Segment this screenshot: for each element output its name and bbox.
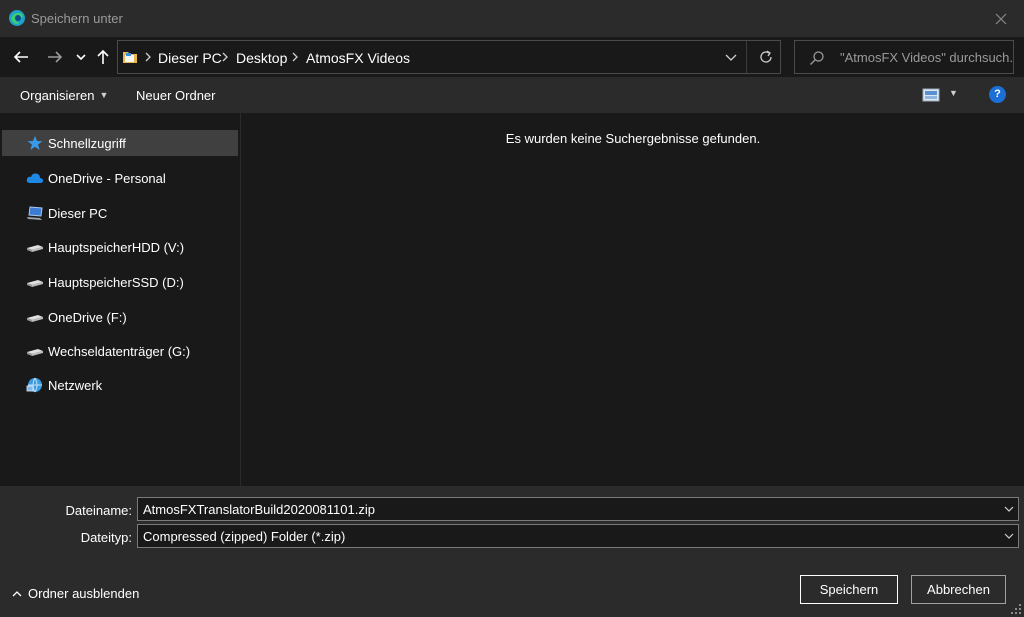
sidebar-item-label: Dieser PC xyxy=(48,206,108,221)
close-button[interactable] xyxy=(978,0,1024,37)
chevron-down-icon[interactable] xyxy=(1004,532,1014,540)
breadcrumb-atmosfx-videos[interactable]: AtmosFX Videos xyxy=(306,50,410,66)
chevron-up-icon xyxy=(12,591,22,597)
filetype-select[interactable]: Compressed (zipped) Folder (*.zip) xyxy=(137,524,1019,548)
address-divider xyxy=(746,41,747,73)
sidebar-item-hauptspeicher-hdd[interactable]: HauptspeicherHDD (V:) xyxy=(2,234,238,260)
breadcrumb-separator-icon xyxy=(222,52,228,62)
recent-locations-button[interactable] xyxy=(69,45,93,69)
arrow-left-icon xyxy=(13,51,28,63)
help-button[interactable]: ? xyxy=(989,86,1006,103)
network-icon xyxy=(26,377,42,393)
breadcrumb-separator-icon xyxy=(292,52,298,62)
sidebar-item-wechseldatentraeger[interactable]: Wechseldatenträger (G:) xyxy=(2,338,238,364)
filetype-value: Compressed (zipped) Folder (*.zip) xyxy=(143,529,346,544)
hide-folders-label: Ordner ausblenden xyxy=(28,586,140,601)
sidebar-item-label: HauptspeicherSSD (D:) xyxy=(48,275,184,290)
sidebar-item-hauptspeicher-ssd[interactable]: HauptspeicherSSD (D:) xyxy=(2,269,238,295)
save-options-panel: Dateiname: AtmosFXTranslatorBuild2020081… xyxy=(0,486,1024,617)
chevron-down-icon[interactable] xyxy=(1004,505,1014,513)
edge-browser-icon xyxy=(9,10,25,26)
navigation-bar: Dieser PC Desktop AtmosFX Videos "AtmosF… xyxy=(0,37,1024,77)
sidebar-item-schnellzugriff[interactable]: Schnellzugriff xyxy=(2,130,238,156)
window-title: Speichern unter xyxy=(31,11,123,26)
cancel-button[interactable]: Abbrechen xyxy=(911,575,1006,604)
new-folder-button[interactable]: Neuer Ordner xyxy=(136,88,215,103)
search-icon xyxy=(810,51,824,65)
arrow-up-icon xyxy=(97,49,109,64)
sidebar-item-label: Netzwerk xyxy=(48,378,103,393)
filetype-label: Dateityp: xyxy=(80,530,132,545)
breadcrumb-dieser-pc[interactable]: Dieser PC xyxy=(158,50,222,66)
view-options-button[interactable]: ▼ xyxy=(919,86,961,104)
cloud-icon xyxy=(26,173,44,183)
search-input[interactable]: "AtmosFX Videos" durchsuch... xyxy=(840,50,1012,65)
refresh-icon[interactable] xyxy=(758,49,774,65)
organize-label: Organisieren xyxy=(20,88,95,103)
sidebar-item-label: Schnellzugriff xyxy=(48,136,126,151)
sidebar-item-label: OneDrive (F:) xyxy=(48,310,127,325)
sidebar-item-onedrive-personal[interactable]: OneDrive - Personal xyxy=(2,165,238,191)
breadcrumb-desktop[interactable]: Desktop xyxy=(236,50,287,66)
chevron-down-icon xyxy=(76,54,86,61)
forward-button[interactable] xyxy=(43,45,67,69)
hide-folders-toggle[interactable]: Ordner ausblenden xyxy=(12,586,139,601)
caret-down-icon: ▼ xyxy=(99,90,109,100)
file-list-area[interactable]: Es wurden keine Suchergebnisse gefunden. xyxy=(242,113,1024,486)
sidebar-item-label: Wechseldatenträger (G:) xyxy=(48,344,191,359)
drive-icon xyxy=(27,315,43,322)
breadcrumb-separator-icon xyxy=(145,52,151,62)
folder-icon xyxy=(123,52,137,63)
star-icon xyxy=(27,136,43,150)
caret-down-icon: ▼ xyxy=(949,88,958,98)
computer-icon xyxy=(27,206,43,220)
filename-label: Dateiname: xyxy=(65,503,132,518)
resize-grip-icon[interactable] xyxy=(1011,604,1021,614)
title-bar: Speichern unter xyxy=(0,0,1024,37)
address-bar[interactable]: Dieser PC Desktop AtmosFX Videos xyxy=(117,40,781,74)
command-toolbar: Organisieren ▼ Neuer Ordner ▼ ? xyxy=(0,77,1024,113)
sidebar-item-onedrive-f[interactable]: OneDrive (F:) xyxy=(2,304,238,330)
back-button[interactable] xyxy=(9,45,33,69)
sidebar-item-netzwerk[interactable]: Netzwerk xyxy=(2,372,238,398)
close-icon xyxy=(995,13,1007,24)
address-dropdown-icon[interactable] xyxy=(725,52,737,62)
save-button[interactable]: Speichern xyxy=(800,575,898,604)
sidebar-item-dieser-pc[interactable]: Dieser PC xyxy=(2,200,238,226)
sidebar-item-label: OneDrive - Personal xyxy=(48,171,166,186)
arrow-right-icon xyxy=(48,51,63,63)
up-button[interactable] xyxy=(91,45,115,69)
drive-icon xyxy=(27,245,43,252)
organize-menu[interactable]: Organisieren ▼ xyxy=(20,88,108,103)
empty-results-message: Es wurden keine Suchergebnisse gefunden. xyxy=(505,131,761,146)
filename-field[interactable]: AtmosFXTranslatorBuild2020081101.zip xyxy=(137,497,1019,521)
view-icon xyxy=(922,88,940,102)
drive-icon xyxy=(27,280,43,287)
filename-input[interactable]: AtmosFXTranslatorBuild2020081101.zip xyxy=(143,502,375,517)
drive-icon xyxy=(27,349,43,356)
sidebar-item-label: HauptspeicherHDD (V:) xyxy=(48,240,185,255)
search-box[interactable]: "AtmosFX Videos" durchsuch... xyxy=(794,40,1014,74)
navigation-pane: Schnellzugriff OneDrive - Personal Diese… xyxy=(0,113,241,486)
